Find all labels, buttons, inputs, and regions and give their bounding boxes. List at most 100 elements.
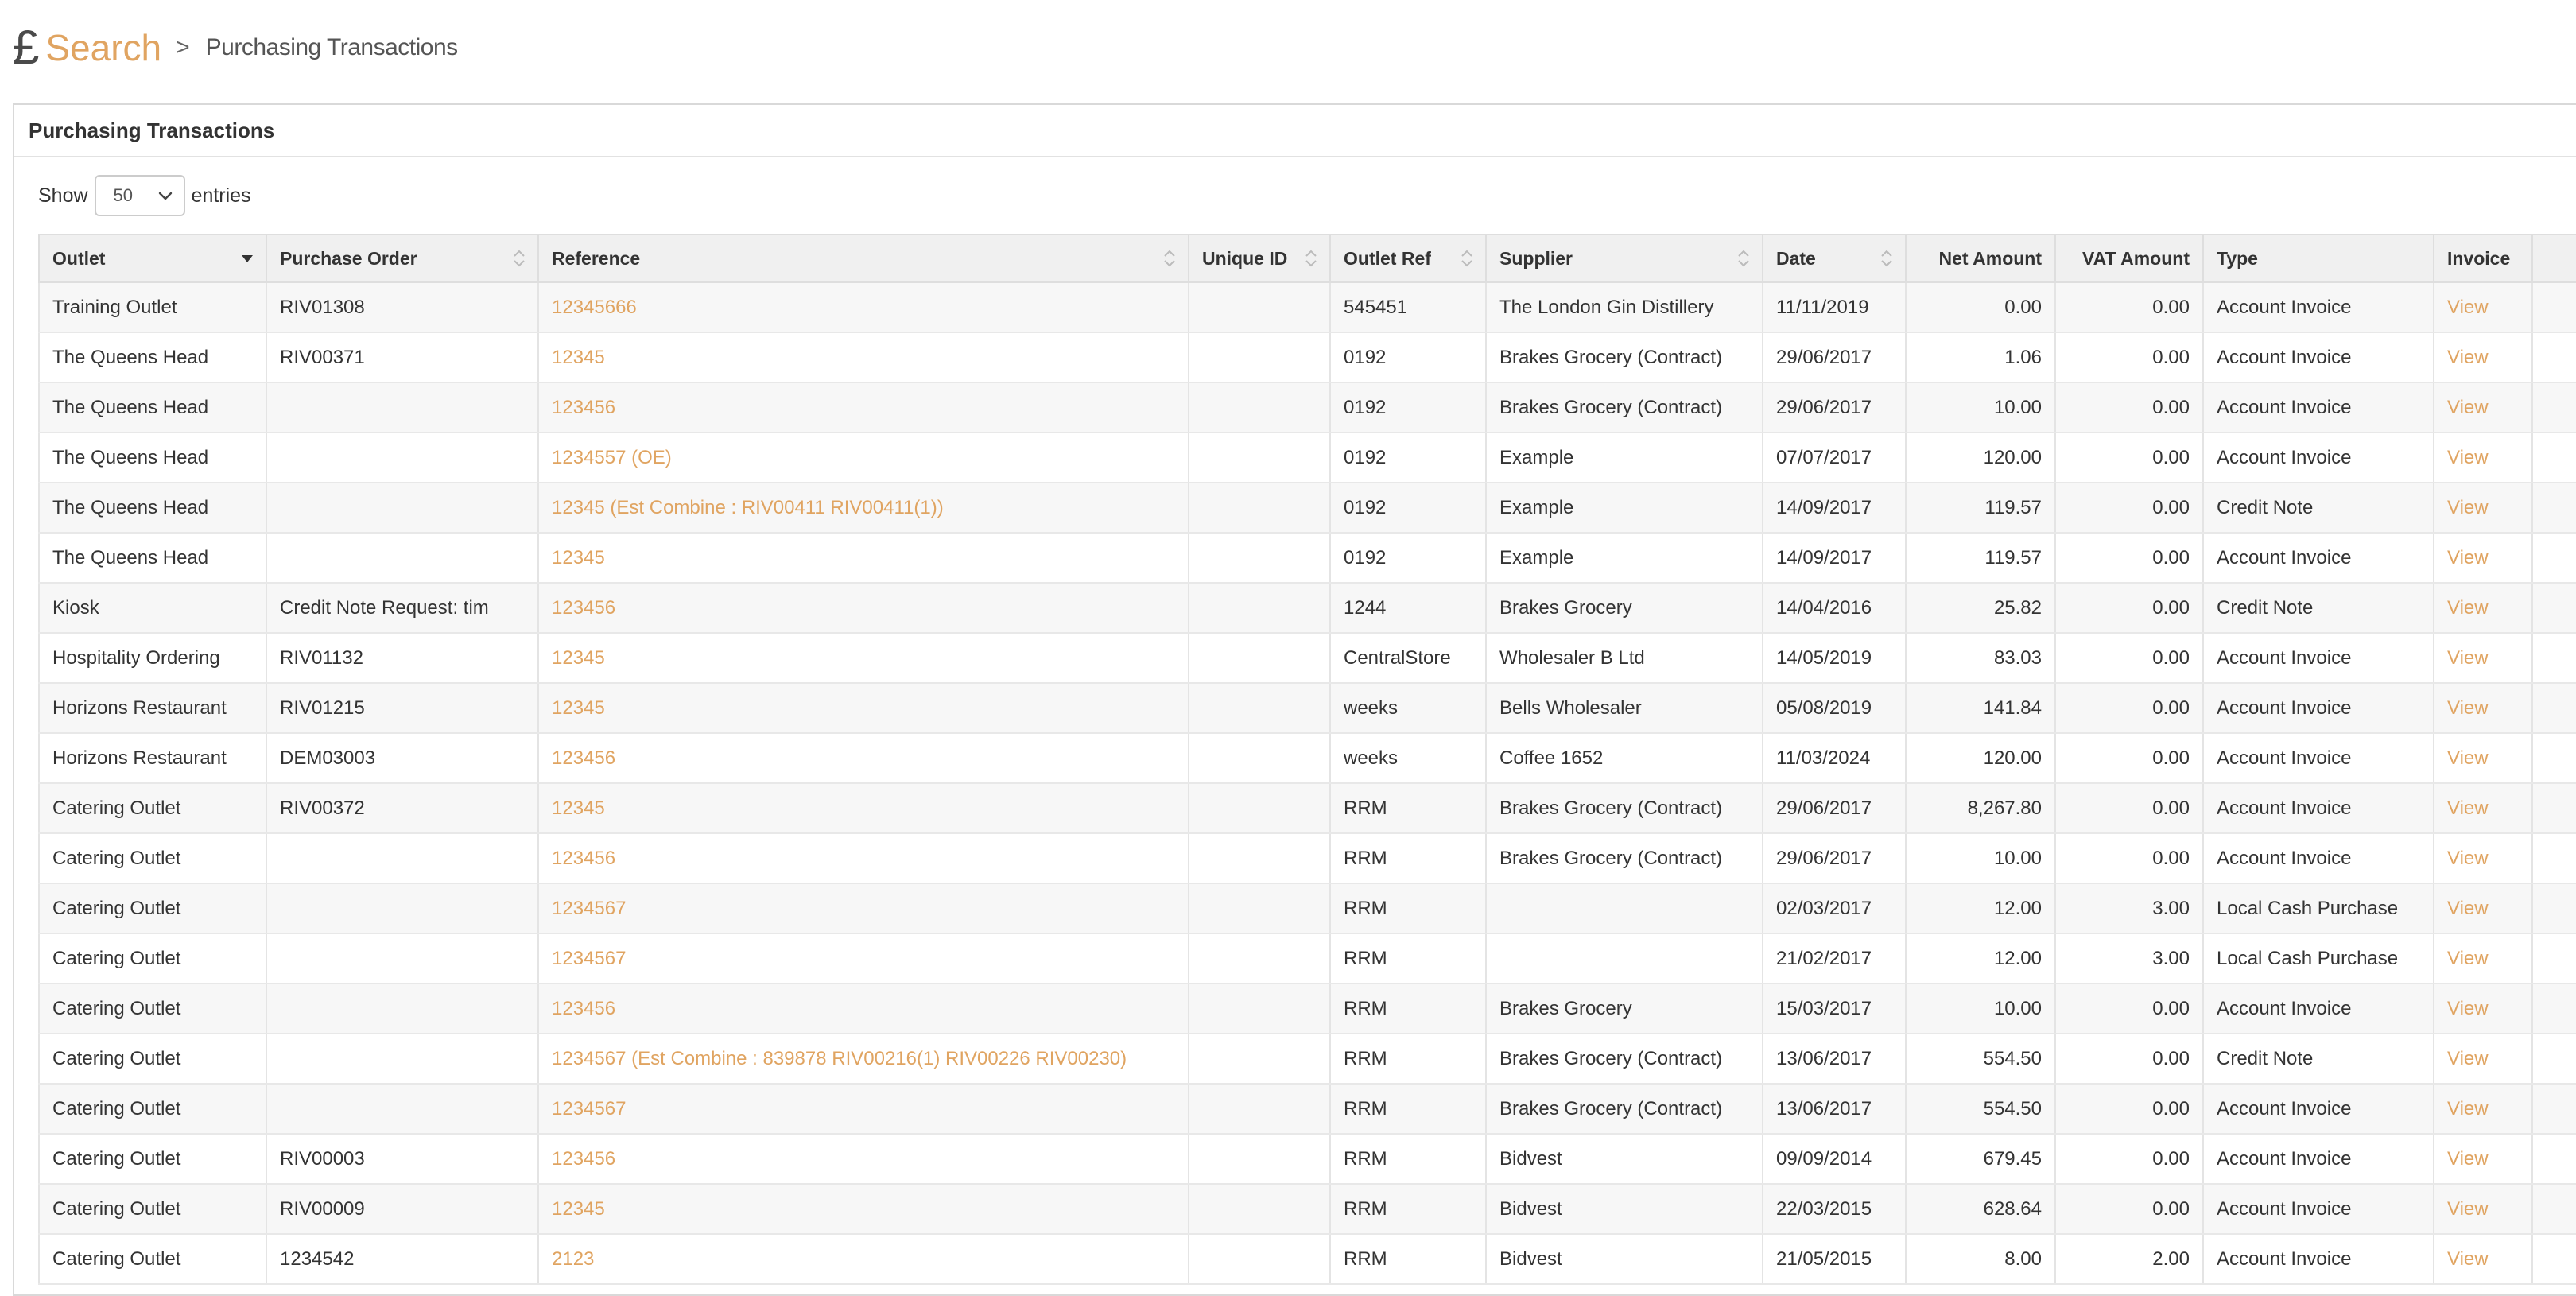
reference-link[interactable]: 1234557 (OE) <box>552 447 672 468</box>
cell-outlet: Catering Outlet <box>38 1034 267 1085</box>
transactions-table-wrapper: Outlet Purchase Order Reference Unique I… <box>38 234 2576 1285</box>
cell-po: RIV00372 <box>266 783 539 834</box>
breadcrumb-current: Purchasing Transactions <box>205 34 459 60</box>
reference-link[interactable]: 123456 <box>552 848 615 869</box>
cell-date: 15/03/2017 <box>1762 984 1907 1034</box>
cell-invoice: View <box>2433 933 2533 984</box>
transactions-panel: Purchasing Transactions Show 50 entries <box>13 103 2576 1296</box>
cell-supplier: Brakes Grocery (Contract) <box>1485 1034 1763 1085</box>
reference-link[interactable]: 12345 <box>552 347 605 368</box>
reference-link[interactable]: 123456 <box>552 747 615 769</box>
view-invoice-link[interactable]: View <box>2447 397 2489 418</box>
cell-net: 25.82 <box>1905 583 2056 634</box>
view-invoice-link[interactable]: View <box>2447 1148 2489 1170</box>
cell-date: 13/06/2017 <box>1762 1084 1907 1135</box>
reference-link[interactable]: 1234567 (Est Combine : 839878 RIV00216(1… <box>552 1048 1127 1069</box>
cell-type: Credit Note <box>2202 583 2434 634</box>
view-invoice-link[interactable]: View <box>2447 948 2489 969</box>
table-row: Horizons Restaurant DEM03003 123456 weeks Co… <box>38 733 2576 784</box>
view-invoice-link[interactable]: View <box>2447 697 2489 719</box>
cell-unique-id <box>1188 282 1331 333</box>
cell-po: RIV00009 <box>266 1184 539 1235</box>
reference-link[interactable]: 12345 <box>552 1198 605 1220</box>
cell-date: 13/06/2017 <box>1762 1034 1907 1085</box>
reference-link[interactable]: 12345 <box>552 647 605 669</box>
cell-reference: 12345 (Est Combine : RIV00411 RIV00411(1… <box>537 483 1189 534</box>
cell-net: 679.45 <box>1905 1134 2056 1185</box>
cell-invoice: View <box>2433 382 2533 433</box>
cell-invoice: View <box>2433 883 2533 934</box>
cell-unique-id <box>1188 933 1331 984</box>
cell-outlet: The Queens Head <box>38 382 267 433</box>
col-header-supplier[interactable]: Supplier <box>1485 234 1763 283</box>
table-row: Catering Outlet 1234542 2123 RRM Bidvest 21/0… <box>38 1234 2576 1285</box>
reference-link[interactable]: 12345 <box>552 547 605 568</box>
cell-po: 1234542 <box>266 1234 539 1285</box>
view-invoice-link[interactable]: View <box>2447 297 2489 318</box>
col-header-unique-id[interactable]: Unique ID <box>1188 234 1331 283</box>
entries-select[interactable]: 50 <box>94 175 185 216</box>
view-invoice-link[interactable]: View <box>2447 998 2489 1019</box>
reference-link[interactable]: 123456 <box>552 397 615 418</box>
cell-type: Account Invoice <box>2202 1234 2434 1285</box>
view-invoice-link[interactable]: View <box>2447 447 2489 468</box>
reference-link[interactable]: 12345 <box>552 697 605 719</box>
cell-po <box>266 933 539 984</box>
view-invoice-link[interactable]: View <box>2447 497 2489 518</box>
breadcrumb-search-link[interactable]: Search <box>45 29 161 66</box>
reference-link[interactable]: 1234567 <box>552 1098 626 1119</box>
table-row: Catering Outlet RIV00009 12345 RRM Bidvest 22… <box>38 1184 2576 1235</box>
view-invoice-link[interactable]: View <box>2447 547 2489 568</box>
view-invoice-link[interactable]: View <box>2447 1048 2489 1069</box>
cell-spacer <box>2531 1034 2576 1085</box>
cell-outlet-ref: 545451 <box>1329 282 1487 333</box>
reference-link[interactable]: 123456 <box>552 1148 615 1170</box>
cell-po: RIV01308 <box>266 282 539 333</box>
cell-vat: 3.00 <box>2054 933 2204 984</box>
cell-vat: 0.00 <box>2054 382 2204 433</box>
view-invoice-link[interactable]: View <box>2447 797 2489 819</box>
cell-vat: 0.00 <box>2054 483 2204 534</box>
view-invoice-link[interactable]: View <box>2447 1098 2489 1119</box>
view-invoice-link[interactable]: View <box>2447 898 2489 919</box>
reference-link[interactable]: 123456 <box>552 998 615 1019</box>
view-invoice-link[interactable]: View <box>2447 747 2489 769</box>
col-header-vat-amount: VAT Amount <box>2054 234 2204 283</box>
col-header-reference[interactable]: Reference <box>537 234 1189 283</box>
cell-outlet-ref: RRM <box>1329 1034 1487 1085</box>
view-invoice-link[interactable]: View <box>2447 848 2489 869</box>
view-invoice-link[interactable]: View <box>2447 1248 2489 1270</box>
col-header-outlet[interactable]: Outlet <box>38 234 267 283</box>
cell-outlet: The Queens Head <box>38 533 267 584</box>
table-body: Training Outlet RIV01308 12345666 545451 The… <box>38 282 2576 1285</box>
view-invoice-link[interactable]: View <box>2447 347 2489 368</box>
reference-link[interactable]: 12345666 <box>552 297 637 318</box>
cell-reference: 1234567 <box>537 883 1189 934</box>
table-row: Catering Outlet 123456 RRM Brakes Grocery (… <box>38 833 2576 884</box>
col-header-purchase-order[interactable]: Purchase Order <box>266 234 539 283</box>
cell-supplier: Brakes Grocery (Contract) <box>1485 833 1763 884</box>
reference-link[interactable]: 123456 <box>552 597 615 619</box>
col-header-outlet-ref[interactable]: Outlet Ref <box>1329 234 1487 283</box>
reference-link[interactable]: 1234567 <box>552 948 626 969</box>
reference-link[interactable]: 12345 <box>552 797 605 819</box>
reference-link[interactable]: 1234567 <box>552 898 626 919</box>
cell-outlet-ref: RRM <box>1329 833 1487 884</box>
cell-outlet-ref: RRM <box>1329 1084 1487 1135</box>
col-label-invoice: Invoice <box>2447 247 2511 269</box>
cell-vat: 0.00 <box>2054 533 2204 584</box>
view-invoice-link[interactable]: View <box>2447 597 2489 619</box>
cell-date: 22/03/2015 <box>1762 1184 1907 1235</box>
cell-po <box>266 883 539 934</box>
reference-link[interactable]: 2123 <box>552 1248 594 1270</box>
table-row: Training Outlet RIV01308 12345666 545451 The… <box>38 282 2576 333</box>
table-header-row: Outlet Purchase Order Reference Unique I… <box>38 234 2576 283</box>
reference-link[interactable]: 12345 (Est Combine : RIV00411 RIV00411(1… <box>552 497 944 518</box>
col-header-invoice: Invoice <box>2433 234 2533 283</box>
cell-type: Account Invoice <box>2202 733 2434 784</box>
view-invoice-link[interactable]: View <box>2447 1198 2489 1220</box>
cell-po <box>266 1084 539 1135</box>
view-invoice-link[interactable]: View <box>2447 647 2489 669</box>
cell-supplier <box>1485 883 1763 934</box>
col-header-date[interactable]: Date <box>1762 234 1907 283</box>
